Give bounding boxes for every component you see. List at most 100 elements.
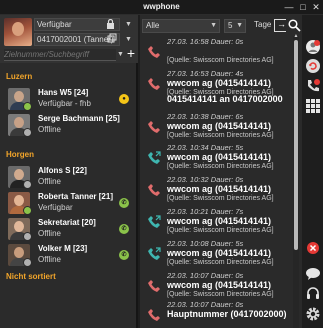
- missed-call-icon: [146, 119, 162, 135]
- contact-item[interactable]: Sekretariat [20] Offline ✆: [0, 217, 138, 241]
- caller-name: wwcom ag (0415414141): [167, 78, 272, 88]
- incoming-call-icon: [146, 214, 162, 230]
- call-history-item[interactable]: 22.03. 10:38 Dauer: 6s wwcom ag (04154141…: [140, 111, 295, 143]
- refresh-icon[interactable]: [305, 58, 321, 74]
- caller-name: 0415414141 an 0417002000: [167, 94, 283, 104]
- caller-name: Hauptnummer (0417002000): [167, 309, 287, 319]
- caller-source: [Quelle: Swisscom Directories AG]: [167, 163, 274, 170]
- missed-call-icon: [146, 76, 162, 92]
- history-filter-bar: Alle ▼ 5 ▼ Tage: [140, 19, 302, 33]
- call-history-item[interactable]: 22.03. 10:07 Dauer: 0s wwcom ag (04154141…: [140, 270, 295, 302]
- settings-icon[interactable]: [305, 306, 321, 322]
- call-history-item[interactable]: 22.03. 10:08 Dauer: 5s wwcom ag (04154141…: [140, 238, 295, 270]
- status-badge: [23, 258, 32, 267]
- status-badge: [23, 102, 32, 111]
- caller-source: [Quelle: Swisscom Directories AG]: [167, 132, 274, 139]
- my-avatar[interactable]: [4, 18, 32, 46]
- call-history-item[interactable]: 22.03. 10:32 Dauer: 0s wwcom ag (04154141…: [140, 174, 295, 206]
- my-status-panel: Verfügbar ▼ 0417002001 (Tanner) ▼ ▼ +: [0, 15, 138, 63]
- call-date: 22.03. 10:07 Dauer: 0s: [167, 300, 244, 309]
- close-red-icon[interactable]: [305, 240, 321, 256]
- export-icon[interactable]: [274, 19, 286, 32]
- caller-source: [Quelle: Swisscom Directories AG]: [167, 195, 274, 202]
- call-date: 27.03. 16:53 Dauer: 4s: [167, 69, 244, 78]
- chat-icon[interactable]: [305, 266, 321, 282]
- days-label: Tage: [254, 20, 272, 29]
- history-scrollbar[interactable]: ▲: [293, 33, 299, 328]
- minimize-button[interactable]: —: [283, 1, 295, 13]
- window-title: wwphone: [143, 2, 180, 11]
- call-icon[interactable]: ✆: [119, 250, 129, 260]
- call-date: 22.03. 10:21 Dauer: 7s: [167, 207, 244, 216]
- caller-source: [Quelle: Swisscom Directories AG]: [167, 259, 274, 266]
- search-icon[interactable]: [288, 19, 302, 33]
- lock-icon[interactable]: [106, 18, 116, 29]
- history-filter-value: Alle: [146, 21, 160, 30]
- right-toolbar: [302, 15, 323, 328]
- chevron-down-icon[interactable]: ▼: [117, 49, 125, 61]
- title-bar: wwphone — □ ✕: [0, 0, 323, 15]
- contact-item[interactable]: Hans W5 [24] Verfügbar - fhb ●: [0, 87, 138, 111]
- caller-name: wwcom ag (0415414141): [167, 216, 272, 226]
- busy-icon[interactable]: ●: [119, 94, 129, 104]
- call-history-item[interactable]: 22.03. 10:07 Dauer: 0s Hauptnummer (04170…: [140, 299, 295, 328]
- call-icon[interactable]: ✆: [119, 198, 129, 208]
- call-history-item[interactable]: 22.03. 10:34 Dauer: 5s wwcom ag (04154141…: [140, 142, 295, 174]
- call-history-list[interactable]: 27.03. 16:58 Dauer: 0s [Quelle: Swisscom …: [140, 36, 295, 328]
- call-date: 22.03. 10:07 Dauer: 0s: [167, 271, 244, 280]
- avatar-status-icon[interactable]: [305, 39, 321, 55]
- phone-forward-icon[interactable]: [305, 78, 321, 94]
- group-header[interactable]: Nicht sortiert: [6, 272, 56, 281]
- caller-name: wwcom ag (0415414141): [167, 152, 272, 162]
- group-header[interactable]: Horgen: [6, 150, 34, 159]
- contact-status: Verfügbar: [38, 203, 73, 212]
- caller-source: [Quelle: Swisscom Directories AG]: [167, 291, 274, 298]
- contact-name: Volker M [23]: [38, 244, 88, 253]
- group-header[interactable]: Luzern: [6, 72, 32, 81]
- caller-name: wwcom ag (0415414141): [167, 248, 272, 258]
- call-date: 22.03. 10:38 Dauer: 6s: [167, 112, 244, 121]
- contact-status: Offline: [38, 255, 61, 264]
- close-button[interactable]: ✕: [310, 1, 322, 13]
- contact-item[interactable]: Roberta Tanner [21] Verfügbar ✆: [0, 191, 138, 215]
- call-icon[interactable]: ✆: [119, 224, 129, 234]
- chevron-down-icon: ▼: [236, 22, 243, 29]
- call-history-item[interactable]: 27.03. 16:58 Dauer: 0s [Quelle: Swisscom …: [140, 36, 295, 68]
- call-date: 22.03. 10:08 Dauer: 5s: [167, 239, 244, 248]
- status-badge: [23, 206, 32, 215]
- contact-name: Hans W5 [24]: [38, 88, 89, 97]
- incoming-call-icon: [146, 150, 162, 166]
- call-history-item[interactable]: 22.03. 10:21 Dauer: 7s wwcom ag (04154141…: [140, 206, 295, 238]
- days-value: 5: [228, 21, 233, 30]
- contact-status: Offline: [38, 229, 61, 238]
- headset-icon[interactable]: [305, 286, 321, 302]
- contact-item[interactable]: Serge Bachmann [25] Offline: [0, 113, 138, 137]
- contact-status: Verfügbar - fhb: [38, 99, 91, 108]
- contacts-panel: Verfügbar ▼ 0417002001 (Tanner) ▼ ▼ + Lu…: [0, 15, 138, 328]
- status-badge: [23, 180, 32, 189]
- call-date: 22.03. 10:32 Dauer: 0s: [167, 175, 244, 184]
- missed-call-icon: [146, 307, 162, 323]
- status-badge: [23, 232, 32, 241]
- contact-name: Serge Bachmann [25]: [38, 114, 120, 123]
- caller-name: wwcom ag (0415414141): [167, 184, 272, 194]
- contact-name: Sekretariat [20]: [38, 218, 96, 227]
- scroll-up-icon[interactable]: ▲: [293, 33, 299, 39]
- contact-item[interactable]: Volker M [23] Offline ✆: [0, 243, 138, 267]
- contact-status: Offline: [38, 125, 61, 134]
- history-filter-select[interactable]: Alle ▼: [142, 19, 220, 33]
- copy-icon[interactable]: [107, 33, 119, 45]
- days-select[interactable]: 5 ▼: [224, 19, 246, 33]
- caller-name: wwcom ag (0415414141): [167, 121, 272, 131]
- scroll-thumb[interactable]: [294, 40, 298, 250]
- missed-call-icon: [146, 44, 162, 60]
- maximize-button[interactable]: □: [297, 1, 309, 13]
- call-date: 22.03. 10:34 Dauer: 5s: [167, 143, 244, 152]
- add-contact-button[interactable]: +: [125, 46, 137, 60]
- contact-item[interactable]: Alfons S [22] Offline: [0, 165, 138, 189]
- chevron-down-icon[interactable]: ▼: [122, 18, 135, 31]
- missed-call-icon: [146, 182, 162, 198]
- dialpad-icon[interactable]: [305, 98, 321, 114]
- status-badge: [23, 128, 32, 137]
- search-input[interactable]: [4, 49, 116, 61]
